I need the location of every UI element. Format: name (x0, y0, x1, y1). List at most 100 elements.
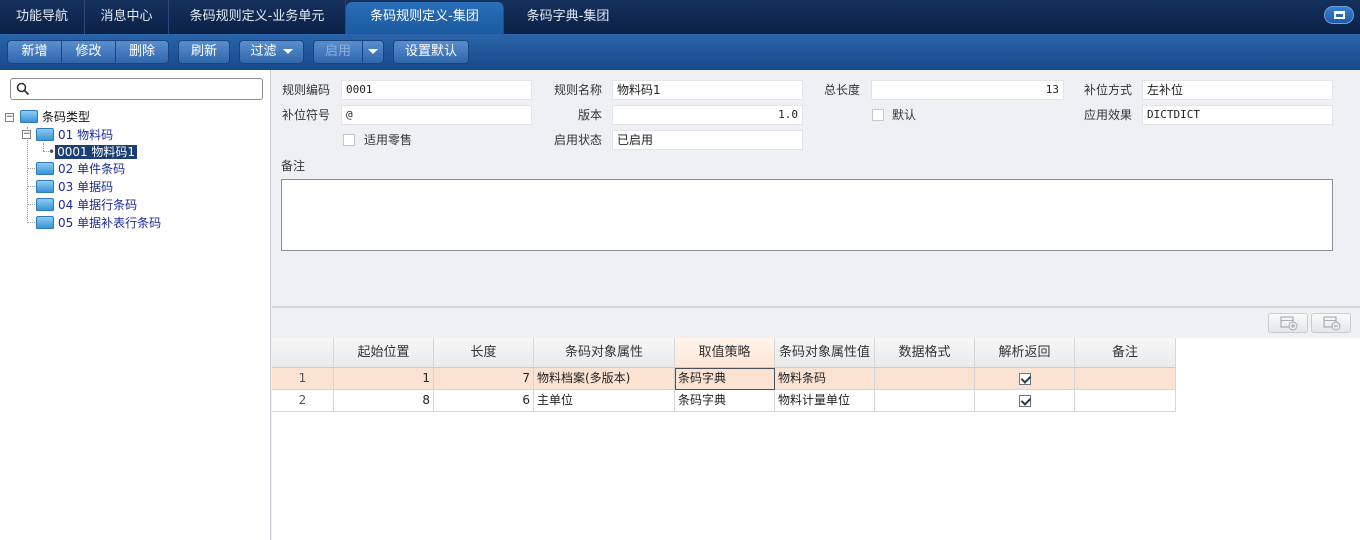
tree-node-01[interactable]: 01 物料码 (36, 126, 113, 144)
tree-guide-line (27, 204, 35, 205)
pad-mode-field[interactable]: 左补位 (1142, 80, 1333, 100)
cell-format[interactable] (875, 390, 975, 412)
effect-field[interactable]: DICTDICT (1142, 105, 1333, 125)
tab-barcode-dict-group[interactable]: 条码字典-集团 (504, 0, 632, 34)
cell-strategy[interactable]: 条码字典 (675, 390, 775, 412)
rule-name-field[interactable]: 物料码1 (612, 80, 803, 100)
delete-row-button[interactable] (1311, 313, 1351, 333)
tab-barcode-rule-group[interactable]: 条码规则定义-集团 (346, 2, 504, 34)
filter-label: 过滤 (250, 44, 277, 59)
checkbox-checked-icon[interactable] (1018, 394, 1031, 407)
rule-form: 规则编码 0001 规则名称 物料码1 总长度 13 补位方式 左补位 补位符号… (272, 70, 1360, 306)
node-name: 单据补表行条码 (77, 216, 162, 230)
col-header-remark[interactable]: 备注 (1075, 338, 1176, 368)
cell-parse[interactable] (975, 368, 1075, 390)
cell-remark[interactable] (1075, 390, 1176, 412)
cell-parse[interactable] (975, 390, 1075, 412)
retail-checkbox[interactable] (343, 134, 355, 146)
cell-attr-value[interactable]: 物料条码 (775, 368, 875, 390)
col-header-attr-value[interactable]: 条码对象属性值 (775, 338, 875, 368)
tree-node-04[interactable]: 04 单据行条码 (36, 196, 137, 214)
tree-node-root[interactable]: 条码类型 (20, 108, 90, 126)
pad-char-label: 补位符号 (281, 108, 330, 122)
row-index[interactable]: 1 (272, 368, 334, 390)
enable-button[interactable]: 启用 (313, 40, 363, 64)
tree-node-0001[interactable]: • 0001 物料码1 (48, 143, 138, 161)
col-header-parse[interactable]: 解析返回 (975, 338, 1075, 368)
chevron-down-icon (282, 49, 293, 54)
default-label: 默认 (892, 108, 917, 122)
delete-button[interactable]: 删除 (115, 40, 169, 64)
pad-mode-label: 补位方式 (1083, 83, 1132, 97)
node-code: 05 (58, 216, 74, 230)
grid-toolbar (272, 308, 1360, 338)
tree-node-03[interactable]: 03 单据码 (36, 178, 113, 196)
search-input[interactable] (10, 78, 263, 100)
node-name: 单据行条码 (77, 198, 138, 212)
node-name: 单据码 (77, 180, 114, 194)
node-name: 单件条码 (77, 162, 126, 176)
default-checkbox[interactable] (872, 109, 884, 121)
cell-start[interactable]: 8 (334, 390, 434, 412)
folder-icon (36, 180, 54, 193)
pad-char-field[interactable]: @ (341, 105, 532, 125)
cell-start[interactable]: 1 (334, 368, 434, 390)
tab-barcode-rule-business-unit[interactable]: 条码规则定义-业务单元 (169, 0, 346, 34)
node-code: 03 (58, 180, 74, 194)
tree-guide-line (27, 127, 28, 223)
cell-length[interactable]: 6 (434, 390, 534, 412)
status-field[interactable]: 已启用 (612, 130, 803, 150)
toolbar: 新增 修改 删除 刷新 过滤 启用 设置默认 (0, 34, 1360, 70)
restore-icon (1334, 11, 1345, 19)
col-header-format[interactable]: 数据格式 (875, 338, 975, 368)
search-icon (16, 82, 30, 96)
cell-attr[interactable]: 物料档案(多版本) (534, 368, 675, 390)
node-code: 01 (58, 128, 74, 142)
add-row-icon (1280, 316, 1298, 331)
tree-node-02[interactable]: 02 单件条码 (36, 160, 125, 178)
status-label: 启用状态 (553, 133, 602, 147)
folder-icon (36, 216, 54, 229)
rule-code-label: 规则编码 (281, 83, 330, 97)
rule-name-label: 规则名称 (553, 83, 602, 97)
col-header-length[interactable]: 长度 (434, 338, 534, 368)
enable-dropdown-button[interactable] (362, 40, 384, 64)
set-default-button[interactable]: 设置默认 (393, 40, 469, 64)
cell-strategy[interactable]: 条码字典 (675, 368, 775, 390)
node-name: 0001 物料码1 (55, 145, 138, 159)
cell-length[interactable]: 7 (434, 368, 534, 390)
folder-icon (20, 110, 38, 123)
edit-button[interactable]: 修改 (61, 40, 116, 64)
new-button[interactable]: 新增 (7, 40, 62, 64)
rule-code-field[interactable]: 0001 (341, 80, 532, 100)
refresh-button[interactable]: 刷新 (178, 40, 230, 64)
add-row-button[interactable] (1268, 313, 1308, 333)
collapse-icon[interactable]: − (22, 130, 31, 139)
top-tab-bar: 功能导航 消息中心 条码规则定义-业务单元 条码规则定义-集团 条码字典-集团 (0, 0, 1360, 34)
remark-textarea[interactable] (281, 179, 1333, 251)
cell-attr[interactable]: 主单位 (534, 390, 675, 412)
collapse-icon[interactable]: − (5, 113, 14, 122)
tree-node-05[interactable]: 05 单据补表行条码 (36, 214, 161, 232)
filter-button[interactable]: 过滤 (239, 40, 304, 64)
col-header-attr[interactable]: 条码对象属性 (534, 338, 675, 368)
col-header-strategy[interactable]: 取值策略 (675, 338, 775, 368)
retail-label: 适用零售 (364, 133, 413, 147)
row-index[interactable]: 2 (272, 390, 334, 412)
checkbox-checked-icon[interactable] (1018, 372, 1031, 385)
version-label: 版本 (577, 108, 602, 122)
total-length-field[interactable]: 13 (871, 80, 1064, 100)
row-index-header (272, 338, 334, 368)
cell-attr-value[interactable]: 物料计量单位 (775, 390, 875, 412)
folder-icon (36, 198, 54, 211)
cell-remark[interactable] (1075, 368, 1176, 390)
delete-row-icon (1323, 316, 1341, 331)
tab-function-nav[interactable]: 功能导航 (0, 0, 85, 34)
col-header-start[interactable]: 起始位置 (334, 338, 434, 368)
tab-message-center[interactable]: 消息中心 (85, 0, 169, 34)
version-field[interactable]: 1.0 (612, 105, 803, 125)
node-name: 物料码 (77, 128, 114, 142)
cell-format[interactable] (875, 368, 975, 390)
restore-window-button[interactable] (1324, 6, 1354, 24)
tree-guide-line (27, 186, 35, 187)
